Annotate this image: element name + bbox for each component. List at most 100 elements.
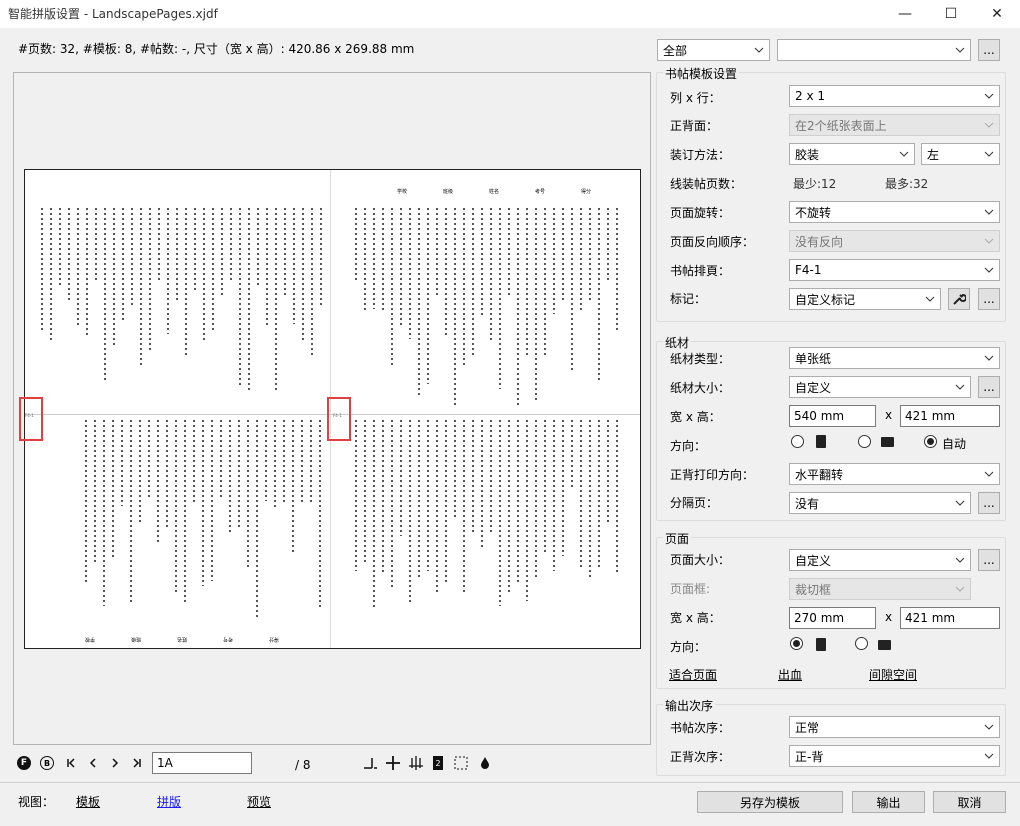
separator-select[interactable]: 没有 (789, 492, 971, 514)
page-text-column (130, 420, 132, 606)
filter-more-button[interactable]: ... (978, 39, 1000, 61)
paper-type-select[interactable]: 单张纸 (789, 347, 1000, 369)
wrench-icon[interactable] (948, 288, 970, 310)
page-text-column (94, 420, 96, 565)
flip-select[interactable]: 水平翻转 (789, 463, 1000, 485)
page-text-column (230, 208, 232, 280)
page-text-column (436, 208, 438, 298)
paper-portrait-radio[interactable] (791, 435, 804, 448)
page-text-column (418, 208, 420, 399)
page-size-more-button[interactable]: ... (978, 549, 1000, 571)
gap-link[interactable]: 间隙空间 (869, 666, 917, 683)
page-text-column (355, 420, 357, 572)
page-text-column (194, 208, 196, 293)
chevron-down-icon (955, 500, 965, 506)
page-text-column (373, 420, 375, 608)
cancel-button[interactable]: 取消 (933, 791, 1006, 813)
paper-auto-label: 自动 (942, 437, 967, 451)
sheet-header-label: 班级 (443, 189, 454, 195)
paper-size-more-button[interactable]: ... (978, 376, 1000, 398)
trim-marks-icon[interactable] (362, 755, 378, 771)
page-marker-right[interactable]: F4-1 (327, 397, 351, 441)
page-text-column (490, 420, 492, 533)
next-page-icon[interactable] (108, 756, 122, 770)
page-text-column (580, 420, 582, 570)
scope-select[interactable]: 全部 (657, 39, 770, 61)
imposition-select[interactable]: F4-1 (789, 259, 1000, 281)
fit-page-link[interactable]: 适合页面 (669, 666, 717, 683)
marks-label: 标记： (670, 292, 707, 306)
side-order-select[interactable]: 正-背 (789, 745, 1000, 767)
page-text-column (400, 420, 402, 537)
sheet-footer-label: 班级 (131, 636, 142, 642)
binding-select[interactable]: 胶装 (789, 143, 915, 165)
page-height-input[interactable]: 421 mm (900, 607, 1000, 629)
fold-marks-icon[interactable] (408, 755, 424, 771)
template-filter-select[interactable] (777, 39, 971, 61)
paper-auto-radio[interactable] (924, 435, 937, 448)
paper-height-input[interactable]: 421 mm (900, 405, 1000, 427)
close-button[interactable]: ✕ (974, 0, 1020, 28)
chevron-down-icon (899, 151, 909, 157)
signature-order-label: 书帖次序： (670, 721, 731, 735)
chevron-down-icon (984, 753, 994, 759)
page-text-column (256, 420, 258, 617)
signature-order-select[interactable]: 正常 (789, 716, 1000, 738)
minimize-button[interactable]: — (882, 0, 928, 28)
page-text-column (580, 208, 582, 314)
chevron-down-icon (984, 122, 994, 128)
page-portrait-radio[interactable] (790, 637, 803, 650)
binding-side-select[interactable]: 左 (921, 143, 1000, 165)
page-text-column (616, 420, 618, 574)
page-text-column (86, 208, 88, 335)
view-tab-preview[interactable]: 预览 (247, 793, 271, 810)
bleed-link[interactable]: 出血 (778, 666, 802, 683)
prev-page-icon[interactable] (86, 756, 100, 770)
times-label: x (885, 610, 893, 624)
view-tab-template[interactable]: 模板 (76, 793, 100, 810)
sheet-footer-label: 姓名 (177, 636, 188, 642)
page-text-column (553, 420, 555, 572)
page-width-input[interactable]: 270 mm (789, 607, 876, 629)
page-number-icon[interactable]: 2 (433, 756, 443, 770)
paper-width-input[interactable]: 540 mm (789, 405, 876, 427)
output-button[interactable]: 输出 (852, 791, 925, 813)
page-number-input[interactable]: 1A (152, 752, 252, 774)
chevron-down-icon (984, 267, 994, 273)
last-page-icon[interactable] (130, 756, 144, 770)
page-text-column (526, 420, 528, 601)
separator-more-button[interactable]: ... (978, 492, 1000, 514)
maximize-button[interactable]: ☐ (928, 0, 974, 28)
sheet-footer-label: 学校 (85, 636, 96, 642)
page-size-select[interactable]: 自定义 (789, 549, 971, 571)
save-as-template-button[interactable]: 另存为模板 (697, 791, 843, 813)
page-text-column (212, 208, 214, 333)
marks-select[interactable]: 自定义标记 (789, 288, 941, 310)
ink-drop-icon[interactable] (478, 755, 492, 771)
back-side-button[interactable]: B (40, 756, 54, 770)
bleed-box-icon[interactable] (453, 755, 469, 771)
front-side-button[interactable]: F (17, 756, 31, 770)
view-tab-imposition[interactable]: 拼版 (157, 793, 181, 810)
chevron-down-icon (955, 384, 965, 390)
chevron-down-icon (984, 724, 994, 730)
rotation-select[interactable]: 不旋转 (789, 201, 1000, 223)
page-text-column (382, 208, 384, 310)
page-text-column (77, 208, 79, 328)
page-marker-left[interactable]: F4-1 (19, 397, 43, 441)
page-text-column (95, 208, 97, 283)
page-text-column (319, 420, 321, 609)
chevron-down-icon (925, 296, 935, 302)
paper-landscape-radio[interactable] (858, 435, 871, 448)
page-landscape-radio[interactable] (855, 637, 868, 650)
paper-size-select[interactable]: 自定义 (789, 376, 971, 398)
crosshair-icon[interactable] (385, 755, 401, 771)
page-text-column (418, 420, 420, 579)
first-page-icon[interactable] (64, 756, 78, 770)
chevron-down-icon (955, 586, 965, 592)
cols-rows-select[interactable]: 2 x 1 (789, 85, 1000, 107)
page-text-column (589, 420, 591, 579)
page-text-column (481, 208, 483, 315)
chevron-down-icon (955, 557, 965, 563)
marks-more-button[interactable]: ... (978, 288, 1000, 310)
